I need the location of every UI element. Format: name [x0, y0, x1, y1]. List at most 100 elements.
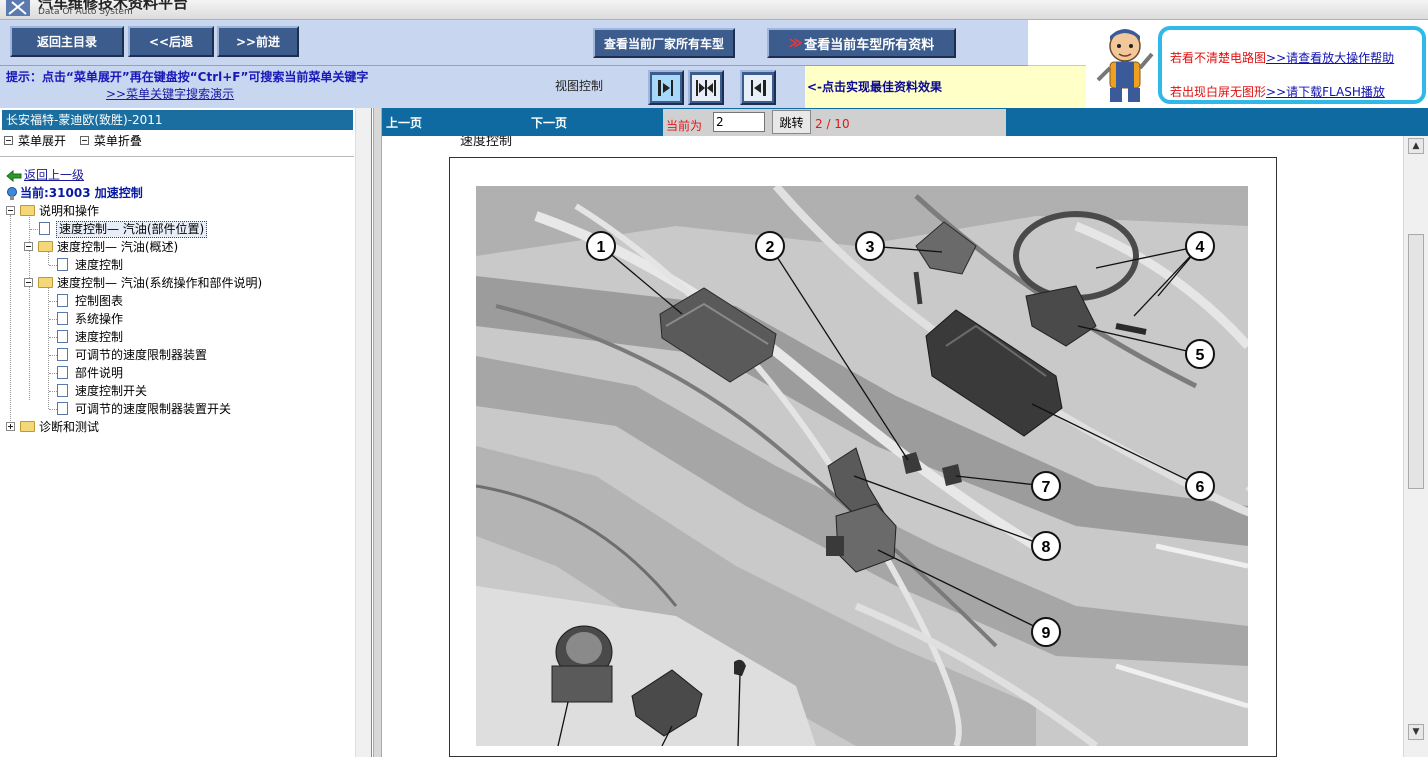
tree-guide	[49, 373, 57, 374]
tree-item-n11[interactable]: 可调节的速度限制器装置开关	[0, 400, 354, 418]
tree-guide	[49, 319, 57, 320]
tree-item-n9[interactable]: 部件说明	[0, 364, 354, 382]
tree-item-n7[interactable]: 速度控制	[0, 328, 354, 346]
tree-label: 可调节的速度限制器装置	[75, 348, 208, 362]
panel-splitter[interactable]	[373, 108, 382, 757]
info-pin-icon	[7, 186, 17, 200]
hint-toolbar: 提示：点击“菜单展开”再在键盘按“Ctrl+F”可搜索当前菜单关键字 >>菜单关…	[0, 66, 805, 108]
tree-label: 部件说明	[75, 366, 124, 380]
double-arrow-icon: ≫	[788, 35, 803, 51]
menu-collapse-button[interactable]: 菜单折叠	[79, 134, 142, 148]
tree-label: 速度控制	[75, 258, 124, 272]
tree-label: 控制图表	[75, 294, 124, 308]
all-docs-label: 查看当前车型所有资料	[804, 37, 935, 53]
tree-guide	[30, 229, 38, 230]
collapse-toggle-icon[interactable]	[6, 206, 15, 215]
tree-label: 速度控制开关	[75, 384, 148, 398]
component-location-figure: 1 2 3 4 5 6 7 8 9	[476, 186, 1248, 746]
scroll-down-icon[interactable]: ▼	[1408, 724, 1424, 740]
view-split-button[interactable]	[688, 70, 724, 105]
flash-download-link[interactable]: >>请下载FLASH播放	[1266, 85, 1385, 99]
help-line-zoom: 若看不清楚电路图>>请查看放大操作帮助	[1170, 49, 1394, 66]
zoom-help-link[interactable]: >>请查看放大操作帮助	[1266, 51, 1394, 65]
page-count: 2 / 10	[815, 117, 850, 131]
expand-toggle-icon[interactable]	[6, 422, 15, 431]
app-subtitle: Data Of Auto System	[38, 7, 133, 17]
menu-collapse-label: 菜单折叠	[93, 134, 142, 148]
minus-box-icon	[79, 136, 89, 145]
document-icon	[57, 402, 68, 415]
scroll-up-icon[interactable]: ▲	[1408, 138, 1424, 154]
collapse-toggle-icon[interactable]	[24, 278, 33, 287]
menu-options: 菜单展开 菜单折叠	[4, 132, 152, 149]
all-docs-button[interactable]: ≫ 查看当前车型所有资料	[767, 28, 956, 58]
mechanic-mascot-icon	[1096, 29, 1154, 102]
tree-label: 速度控制— 汽油(概述)	[57, 240, 179, 254]
prev-page-button[interactable]: 上一页	[386, 114, 422, 131]
green-back-arrow-icon	[6, 169, 22, 182]
tree-item-n0[interactable]: 说明和操作	[0, 202, 354, 220]
next-page-button[interactable]: 下一页	[531, 114, 567, 131]
tree-item-n10[interactable]: 速度控制开关	[0, 382, 354, 400]
content-scrollbar[interactable]: ▲ ▼	[1403, 136, 1428, 757]
help-flash-text: 若出现白屏无图形	[1170, 85, 1267, 99]
document-icon	[57, 294, 68, 307]
callout-8: 8	[1031, 531, 1061, 561]
panel-right-arrow-icon	[658, 79, 673, 96]
scroll-thumb[interactable]	[1408, 234, 1424, 489]
menu-expand-button[interactable]: 菜单展开	[4, 134, 66, 148]
callout-2-label: 2	[766, 239, 775, 256]
folder-open-icon	[38, 241, 53, 252]
tree-item-n1[interactable]: 速度控制— 汽油(部件位置)	[0, 220, 354, 238]
tree-item-n5[interactable]: 控制图表	[0, 292, 354, 310]
callout-6-label: 6	[1196, 479, 1205, 496]
document-icon	[57, 384, 68, 397]
tree-item-n3[interactable]: 速度控制	[0, 256, 354, 274]
folder-open-icon	[38, 277, 53, 288]
folder-open-icon	[20, 205, 35, 216]
tree-guide	[49, 355, 57, 356]
document-icon	[57, 348, 68, 361]
tree-item-n8[interactable]: 可调节的速度限制器装置	[0, 346, 354, 364]
back-up-label: 返回上一级	[24, 168, 85, 182]
main-toolbar: 返回主目录 <<后退 >>前进 查看当前厂家所有车型 ≫ 查看当前车型所有资料	[0, 20, 1028, 66]
app-title-bar: 汽车维修技术资料平台 Data Of Auto System	[0, 0, 1428, 20]
callout-5: 5	[1185, 339, 1215, 369]
pager-bar: 上一页 下一页 当前为 跳转 2 / 10	[382, 108, 1428, 136]
all-models-button[interactable]: 查看当前厂家所有车型	[593, 28, 735, 58]
page-number-input[interactable]	[713, 112, 765, 132]
tree-guide	[49, 301, 57, 302]
sidebar: 长安福特-蒙迪欧(致胜)-2011 菜单展开 菜单折叠 返回上一级 当前:310…	[0, 108, 372, 757]
panel-left-arrow-icon	[751, 79, 766, 96]
current-item-label: 当前:31003 加速控制	[20, 186, 143, 200]
back-up-link[interactable]: 返回上一级	[6, 166, 84, 183]
forward-button[interactable]: >>前进	[217, 26, 299, 57]
tree-item-n12[interactable]: 诊断和测试	[0, 418, 354, 436]
current-page-label: 当前为	[666, 119, 703, 133]
main-menu-button[interactable]: 返回主目录	[10, 26, 124, 57]
section-title: 速度控制	[460, 136, 513, 149]
menu-expand-label: 菜单展开	[18, 134, 67, 148]
tree-label: 系统操作	[75, 312, 124, 326]
divider	[0, 156, 354, 157]
toolbar-spacer	[1028, 20, 1086, 66]
callout-7: 7	[1031, 471, 1061, 501]
tree-guide	[49, 265, 57, 266]
app-logo-icon	[6, 0, 30, 16]
collapse-toggle-icon[interactable]	[24, 242, 33, 251]
callout-9-label: 9	[1042, 625, 1051, 642]
callout-5-label: 5	[1196, 347, 1205, 364]
tree-item-n2[interactable]: 速度控制— 汽油(概述)	[0, 238, 354, 256]
back-button[interactable]: <<后退	[128, 26, 214, 57]
panel-split-arrows-icon	[696, 79, 716, 96]
tree-item-n4[interactable]: 速度控制— 汽油(系统操作和部件说明)	[0, 274, 354, 292]
search-demo-link[interactable]: >>菜单关键字搜索演示	[106, 85, 234, 102]
callout-8-label: 8	[1042, 539, 1051, 556]
jump-button[interactable]: 跳转	[772, 110, 811, 134]
view-expand-left-button[interactable]	[740, 70, 776, 105]
tree-guide	[49, 391, 57, 392]
tree-item-n6[interactable]: 系统操作	[0, 310, 354, 328]
view-collapse-left-button[interactable]	[648, 70, 684, 105]
view-control-tip: <-点击实现最佳资料效果	[805, 66, 1086, 108]
sidebar-scrollbar[interactable]	[355, 108, 371, 757]
